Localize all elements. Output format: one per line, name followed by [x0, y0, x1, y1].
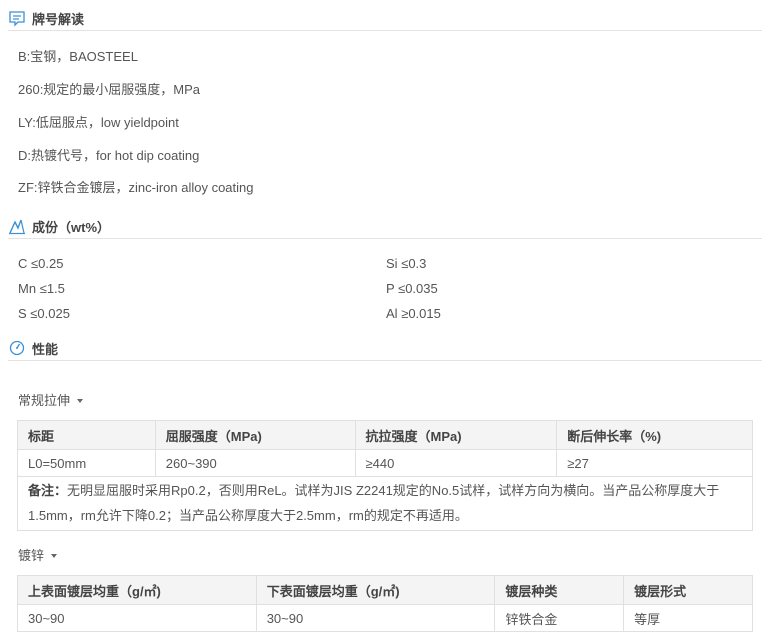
coating-dropdown[interactable]: 镀锌 [18, 545, 58, 564]
coating-dropdown-label: 镀锌 [18, 548, 45, 563]
table-header-cell: 上表面镀层均重（g/㎡) [17, 575, 257, 605]
element-symbol: P [386, 281, 395, 296]
brand-line: LY:低屈服点，low yieldpoint [18, 115, 179, 130]
table-cell: ≥440 [354, 449, 558, 477]
table-cell: ≥27 [556, 449, 753, 477]
element-value: ≤1.5 [39, 281, 65, 296]
element-symbol: S [18, 306, 27, 321]
composition-item: P ≤0.035 [386, 281, 438, 296]
document-comment-icon [8, 9, 26, 27]
table-cell: 等厚 [623, 604, 753, 632]
element-value: ≥0.015 [401, 306, 441, 321]
element-value: ≤0.025 [30, 306, 70, 321]
table-row: L0=50mm 260~390 ≥440 ≥27 [17, 449, 753, 477]
note-text: 无明显屈服时采用Rp0.2，否则用ReL。试样为JIS Z2241规定的No.5… [28, 483, 720, 523]
element-symbol: C [18, 256, 28, 271]
table-header-cell: 下表面镀层均重（g/㎡) [255, 575, 496, 605]
tensile-dropdown[interactable]: 常规拉伸 [18, 390, 84, 409]
note-label: 备注： [28, 483, 68, 498]
caret-down-icon [77, 398, 84, 403]
element-value: ≤0.3 [401, 256, 427, 271]
section-title-composition: 成份（wt%） [32, 219, 111, 235]
table-header-row: 上表面镀层均重（g/㎡) 下表面镀层均重（g/㎡) 镀层种类 镀层形式 [17, 575, 753, 605]
tensile-dropdown-label: 常规拉伸 [18, 393, 71, 408]
composition-item: Al ≥0.015 [386, 306, 441, 321]
section-title-brand: 牌号解读 [32, 11, 85, 27]
table-cell: 30~90 [17, 604, 257, 632]
gauge-icon [8, 339, 26, 357]
table-cell: L0=50mm [17, 449, 156, 477]
table-header-cell: 屈服强度（MPa) [154, 420, 356, 450]
flask-chart-icon [8, 217, 26, 235]
table-note-row: 备注：无明显屈服时采用Rp0.2，否则用ReL。试样为JIS Z2241规定的N… [17, 476, 753, 531]
coating-table: 上表面镀层均重（g/㎡) 下表面镀层均重（g/㎡) 镀层种类 镀层形式 30~9… [17, 575, 753, 632]
section-composition-header: 成份（wt%） [8, 214, 762, 239]
section-brand-header: 牌号解读 [8, 6, 762, 31]
table-header-cell: 镀层种类 [494, 575, 625, 605]
table-note: 备注：无明显屈服时采用Rp0.2，否则用ReL。试样为JIS Z2241规定的N… [17, 476, 753, 531]
table-header-cell: 镀层形式 [623, 575, 753, 605]
table-cell: 30~90 [255, 604, 496, 632]
brand-line: ZF:锌铁合金镀层，zinc-iron alloy coating [18, 180, 254, 195]
tensile-table: 标距 屈服强度（MPa) 抗拉强度（MPa) 断后伸长率（%) L0=50mm … [17, 420, 753, 531]
element-value: ≤0.25 [31, 256, 64, 271]
composition-item: Si ≤0.3 [386, 256, 426, 271]
table-cell: 260~390 [154, 449, 356, 477]
element-symbol: Si [386, 256, 398, 271]
table-row: 30~90 30~90 锌铁合金 等厚 [17, 604, 753, 632]
table-header-row: 标距 屈服强度（MPa) 抗拉强度（MPa) 断后伸长率（%) [17, 420, 753, 450]
element-symbol: Al [386, 306, 398, 321]
element-value: ≤0.035 [398, 281, 438, 296]
table-header-cell: 抗拉强度（MPa) [354, 420, 558, 450]
table-cell: 锌铁合金 [494, 604, 625, 632]
section-title-performance: 性能 [32, 341, 59, 357]
caret-down-icon [51, 553, 58, 558]
brand-line: B:宝钢，BAOSTEEL [18, 49, 138, 64]
brand-line: 260:规定的最小屈服强度，MPa [18, 82, 201, 97]
section-performance-header: 性能 [8, 336, 762, 361]
table-header-cell: 断后伸长率（%) [556, 420, 753, 450]
composition-item: Mn ≤1.5 [18, 281, 65, 296]
table-header-cell: 标距 [17, 420, 156, 450]
element-symbol: Mn [18, 281, 37, 296]
composition-item: S ≤0.025 [18, 306, 70, 321]
brand-line: D:热镀代号，for hot dip coating [18, 148, 200, 163]
composition-item: C ≤0.25 [18, 256, 63, 271]
